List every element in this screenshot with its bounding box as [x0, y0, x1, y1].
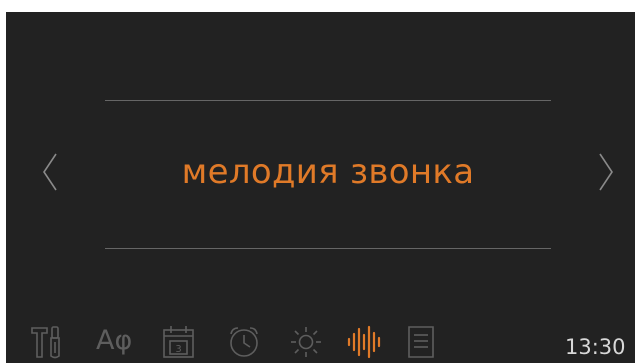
bottom-divider	[105, 248, 551, 249]
sound-wave-icon	[347, 325, 381, 359]
alarm-clock-icon	[230, 327, 258, 357]
chevron-left-icon	[43, 153, 57, 191]
toolbar-item-brightness[interactable]	[288, 325, 324, 359]
calendar-day-label: 3	[175, 344, 181, 355]
toolbar-item-calendar[interactable]: 3	[162, 325, 196, 359]
document-icon	[408, 326, 434, 358]
device-screen: мелодия звонка Аφ 3 13:30	[6, 12, 635, 363]
calendar-icon: 3	[163, 326, 194, 358]
brightness-icon	[291, 327, 321, 357]
tools-icon	[31, 326, 60, 359]
clock-time: 13:30	[565, 335, 626, 359]
toolbar-item-alarm[interactable]	[226, 325, 262, 359]
toolbar-item-font[interactable]: Аφ	[96, 324, 132, 358]
previous-button[interactable]	[38, 150, 62, 194]
chevron-right-icon	[599, 153, 613, 191]
toolbar-item-tools[interactable]	[30, 325, 66, 359]
toolbar-item-document[interactable]	[406, 325, 436, 359]
next-button[interactable]	[594, 150, 618, 194]
top-divider	[105, 100, 551, 101]
font-icon: Аφ	[96, 325, 133, 356]
toolbar-item-sound[interactable]	[346, 325, 382, 359]
bottom-toolbar: Аφ 3 13:30	[6, 317, 635, 363]
menu-title: мелодия звонка	[181, 152, 475, 192]
